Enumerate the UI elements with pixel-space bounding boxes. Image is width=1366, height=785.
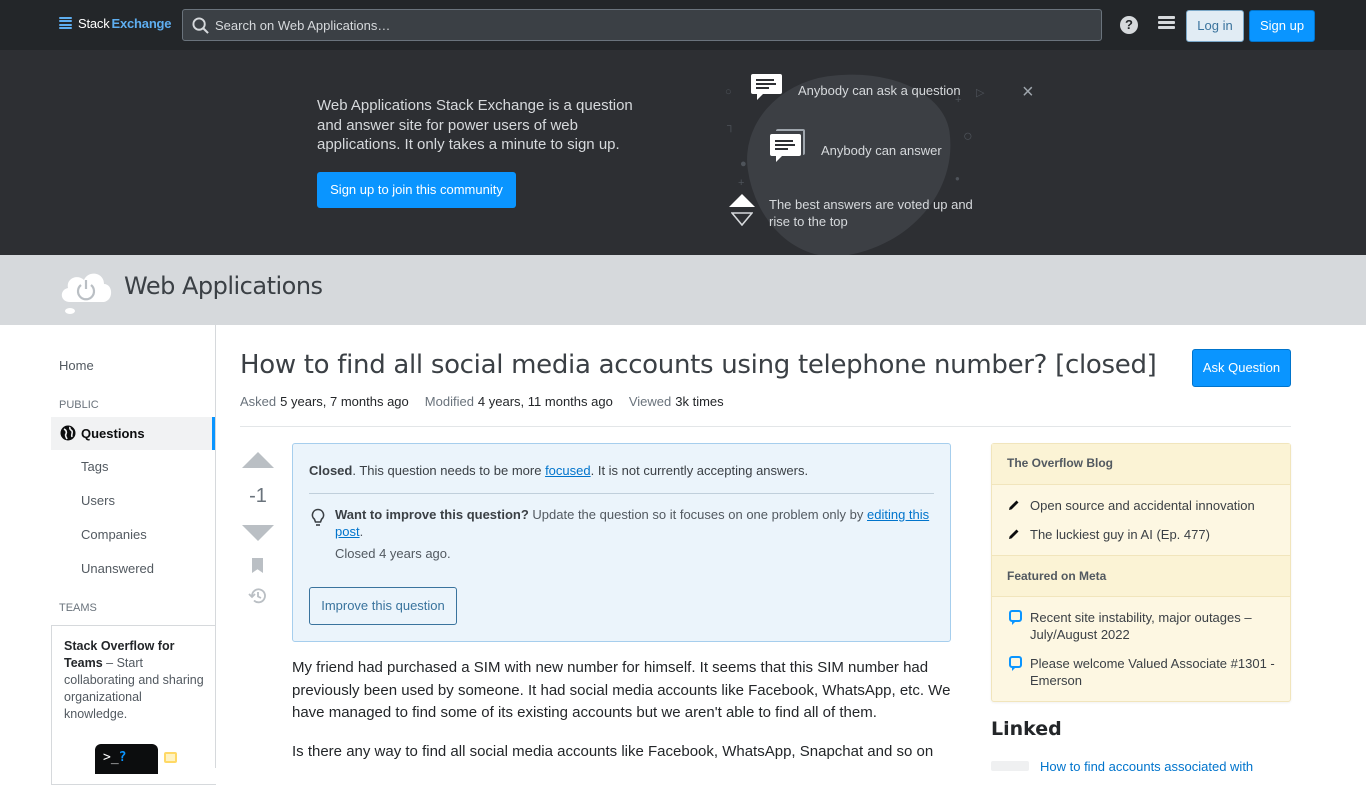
teams-terminal-icon: >_? xyxy=(95,744,158,774)
meta-chat-icon xyxy=(1009,610,1022,625)
chat-bubble-icon xyxy=(164,752,177,763)
vote-down-icon xyxy=(731,212,753,226)
notice-divider xyxy=(309,493,934,494)
nav-home[interactable]: Home xyxy=(59,358,94,373)
meta-heading: Featured on Meta xyxy=(992,555,1290,597)
divider xyxy=(240,426,1291,427)
modified-label: Modified xyxy=(424,394,474,409)
corner-decoration-icon: ┐ xyxy=(727,120,735,132)
improve-hint-text: Update the question so it focuses on one… xyxy=(528,507,868,522)
terminal-question: ? xyxy=(118,750,127,765)
asked-label: Asked xyxy=(240,394,277,409)
vote-up-icon xyxy=(729,194,755,207)
closed-text-end: . It is not currently accepting answers. xyxy=(590,463,809,478)
site-header: Web Applications xyxy=(0,255,1366,325)
feature-voting: The best answers are voted up and rise t… xyxy=(769,197,973,229)
help-icon[interactable]: ? xyxy=(1120,16,1138,34)
improve-hint-title: Want to improve this question? xyxy=(335,507,529,522)
closed-reason: Closed. This question needs to be more f… xyxy=(309,463,808,478)
blog-heading: The Overflow Blog xyxy=(992,444,1290,485)
upvote-button[interactable] xyxy=(242,452,274,468)
close-icon[interactable]: × xyxy=(1022,82,1034,102)
logo-text-stack: Stack xyxy=(78,16,110,31)
pencil-icon xyxy=(1009,529,1019,539)
linked-question-link[interactable]: How to find accounts associated with xyxy=(1040,759,1280,774)
stackexchange-logo-icon xyxy=(59,16,72,31)
pencil-icon xyxy=(1009,500,1019,510)
nav-questions-label: Questions xyxy=(81,426,145,441)
closed-notice: Closed. This question needs to be more f… xyxy=(292,443,951,642)
teams-promo-text: Stack Overflow for Teams – Start collabo… xyxy=(64,638,204,723)
join-community-button[interactable]: Sign up to join this community xyxy=(317,172,516,208)
meta-chat-icon xyxy=(1009,656,1022,671)
dot-decoration-icon: ● xyxy=(955,174,960,183)
plus-decoration-icon: + xyxy=(738,177,745,189)
search-icon xyxy=(192,17,209,34)
teams-promo[interactable]: Stack Overflow for Teams – Start collabo… xyxy=(51,625,216,785)
history-icon[interactable] xyxy=(248,587,267,605)
ask-question-button[interactable]: Ask Question xyxy=(1192,349,1291,387)
lightbulb-icon xyxy=(311,508,325,526)
closed-date: Closed 4 years ago. xyxy=(335,546,451,561)
asked-meta: Asked 5 years, 7 months ago xyxy=(240,394,409,409)
signup-hero-banner: Web Applications Stack Exchange is a que… xyxy=(0,50,1366,268)
linked-answer-count xyxy=(991,761,1029,771)
feature-ask: Anybody can ask a question xyxy=(798,83,961,98)
viewed-label: Viewed xyxy=(628,394,672,409)
modified-value[interactable]: 4 years, 11 months ago xyxy=(478,394,613,409)
signup-button[interactable]: Sign up xyxy=(1249,10,1315,42)
stackexchange-logo[interactable]: Stack Exchange xyxy=(59,16,172,31)
question-title[interactable]: How to find all social media accounts us… xyxy=(240,350,1157,380)
closed-label: Closed xyxy=(309,463,353,478)
hero-description: Web Applications Stack Exchange is a que… xyxy=(317,97,633,153)
site-title[interactable]: Web Applications xyxy=(124,272,323,300)
answer-icon xyxy=(770,134,801,162)
search-input[interactable] xyxy=(215,17,1075,33)
viewed-value: 3k times xyxy=(675,394,724,409)
circle-decoration-icon: ○ xyxy=(725,86,732,98)
nav-companies[interactable]: Companies xyxy=(81,527,147,542)
bookmark-icon[interactable] xyxy=(252,558,263,573)
blog-item[interactable]: Open source and accidental innovation xyxy=(1030,497,1280,514)
logo-text-exchange: Exchange xyxy=(111,16,172,31)
linked-heading: Linked xyxy=(991,718,1062,740)
nav-caption-teams: TEAMS xyxy=(59,602,97,614)
nav-questions[interactable]: Questions xyxy=(51,417,215,450)
meta-item[interactable]: Please welcome Valued Associate #1301 - … xyxy=(1030,655,1280,689)
downvote-button[interactable] xyxy=(242,525,274,541)
circle-decoration-icon: ○ xyxy=(963,128,973,145)
meta-item[interactable]: Recent site instability, major outages –… xyxy=(1030,609,1280,643)
improve-question-button[interactable]: Improve this question xyxy=(309,587,457,625)
question-body-paragraph: Is there any way to find all social medi… xyxy=(292,743,934,760)
search-box[interactable] xyxy=(182,9,1102,41)
improve-hint: Want to improve this question? Update th… xyxy=(335,506,935,540)
dot-decoration-icon: ● xyxy=(740,158,747,170)
asked-value: 5 years, 7 months ago xyxy=(280,394,409,409)
nav-unanswered[interactable]: Unanswered xyxy=(81,561,154,576)
play-decoration-icon: ▷ xyxy=(976,87,985,99)
feature-answer: Anybody can answer xyxy=(821,143,942,158)
blog-item[interactable]: The luckiest guy in AI (Ep. 477) xyxy=(1030,526,1280,543)
achievements-icon[interactable] xyxy=(1158,16,1175,34)
top-bar: StackExchange ? Log in Sign up xyxy=(0,0,1366,50)
left-sidebar: Home PUBLIC Questions Tags Users Compani… xyxy=(51,325,216,785)
closed-text: . This question needs to be more xyxy=(352,463,546,478)
ask-question-icon xyxy=(751,74,782,100)
nav-users[interactable]: Users xyxy=(81,493,115,508)
focused-link[interactable]: focused xyxy=(545,463,591,478)
web-applications-logo-icon[interactable] xyxy=(58,266,114,316)
nav-tags[interactable]: Tags xyxy=(81,459,108,474)
nav-caption-public: PUBLIC xyxy=(59,399,99,411)
viewed-meta: Viewed 3k times xyxy=(629,394,724,409)
globe-icon xyxy=(60,425,76,441)
vote-count: -1 xyxy=(249,485,267,507)
improve-hint-end: . xyxy=(359,524,364,539)
login-button[interactable]: Log in xyxy=(1186,10,1244,42)
modified-meta: Modified 4 years, 11 months ago xyxy=(425,394,613,409)
sidebar-widget: The Overflow Blog Open source and accide… xyxy=(991,443,1291,702)
question-meta: Asked 5 years, 7 months ago Modified 4 yea… xyxy=(240,394,724,409)
terminal-prompt: >_ xyxy=(103,750,119,765)
question-body-paragraph: My friend had purchased a SIM with new n… xyxy=(292,659,951,721)
